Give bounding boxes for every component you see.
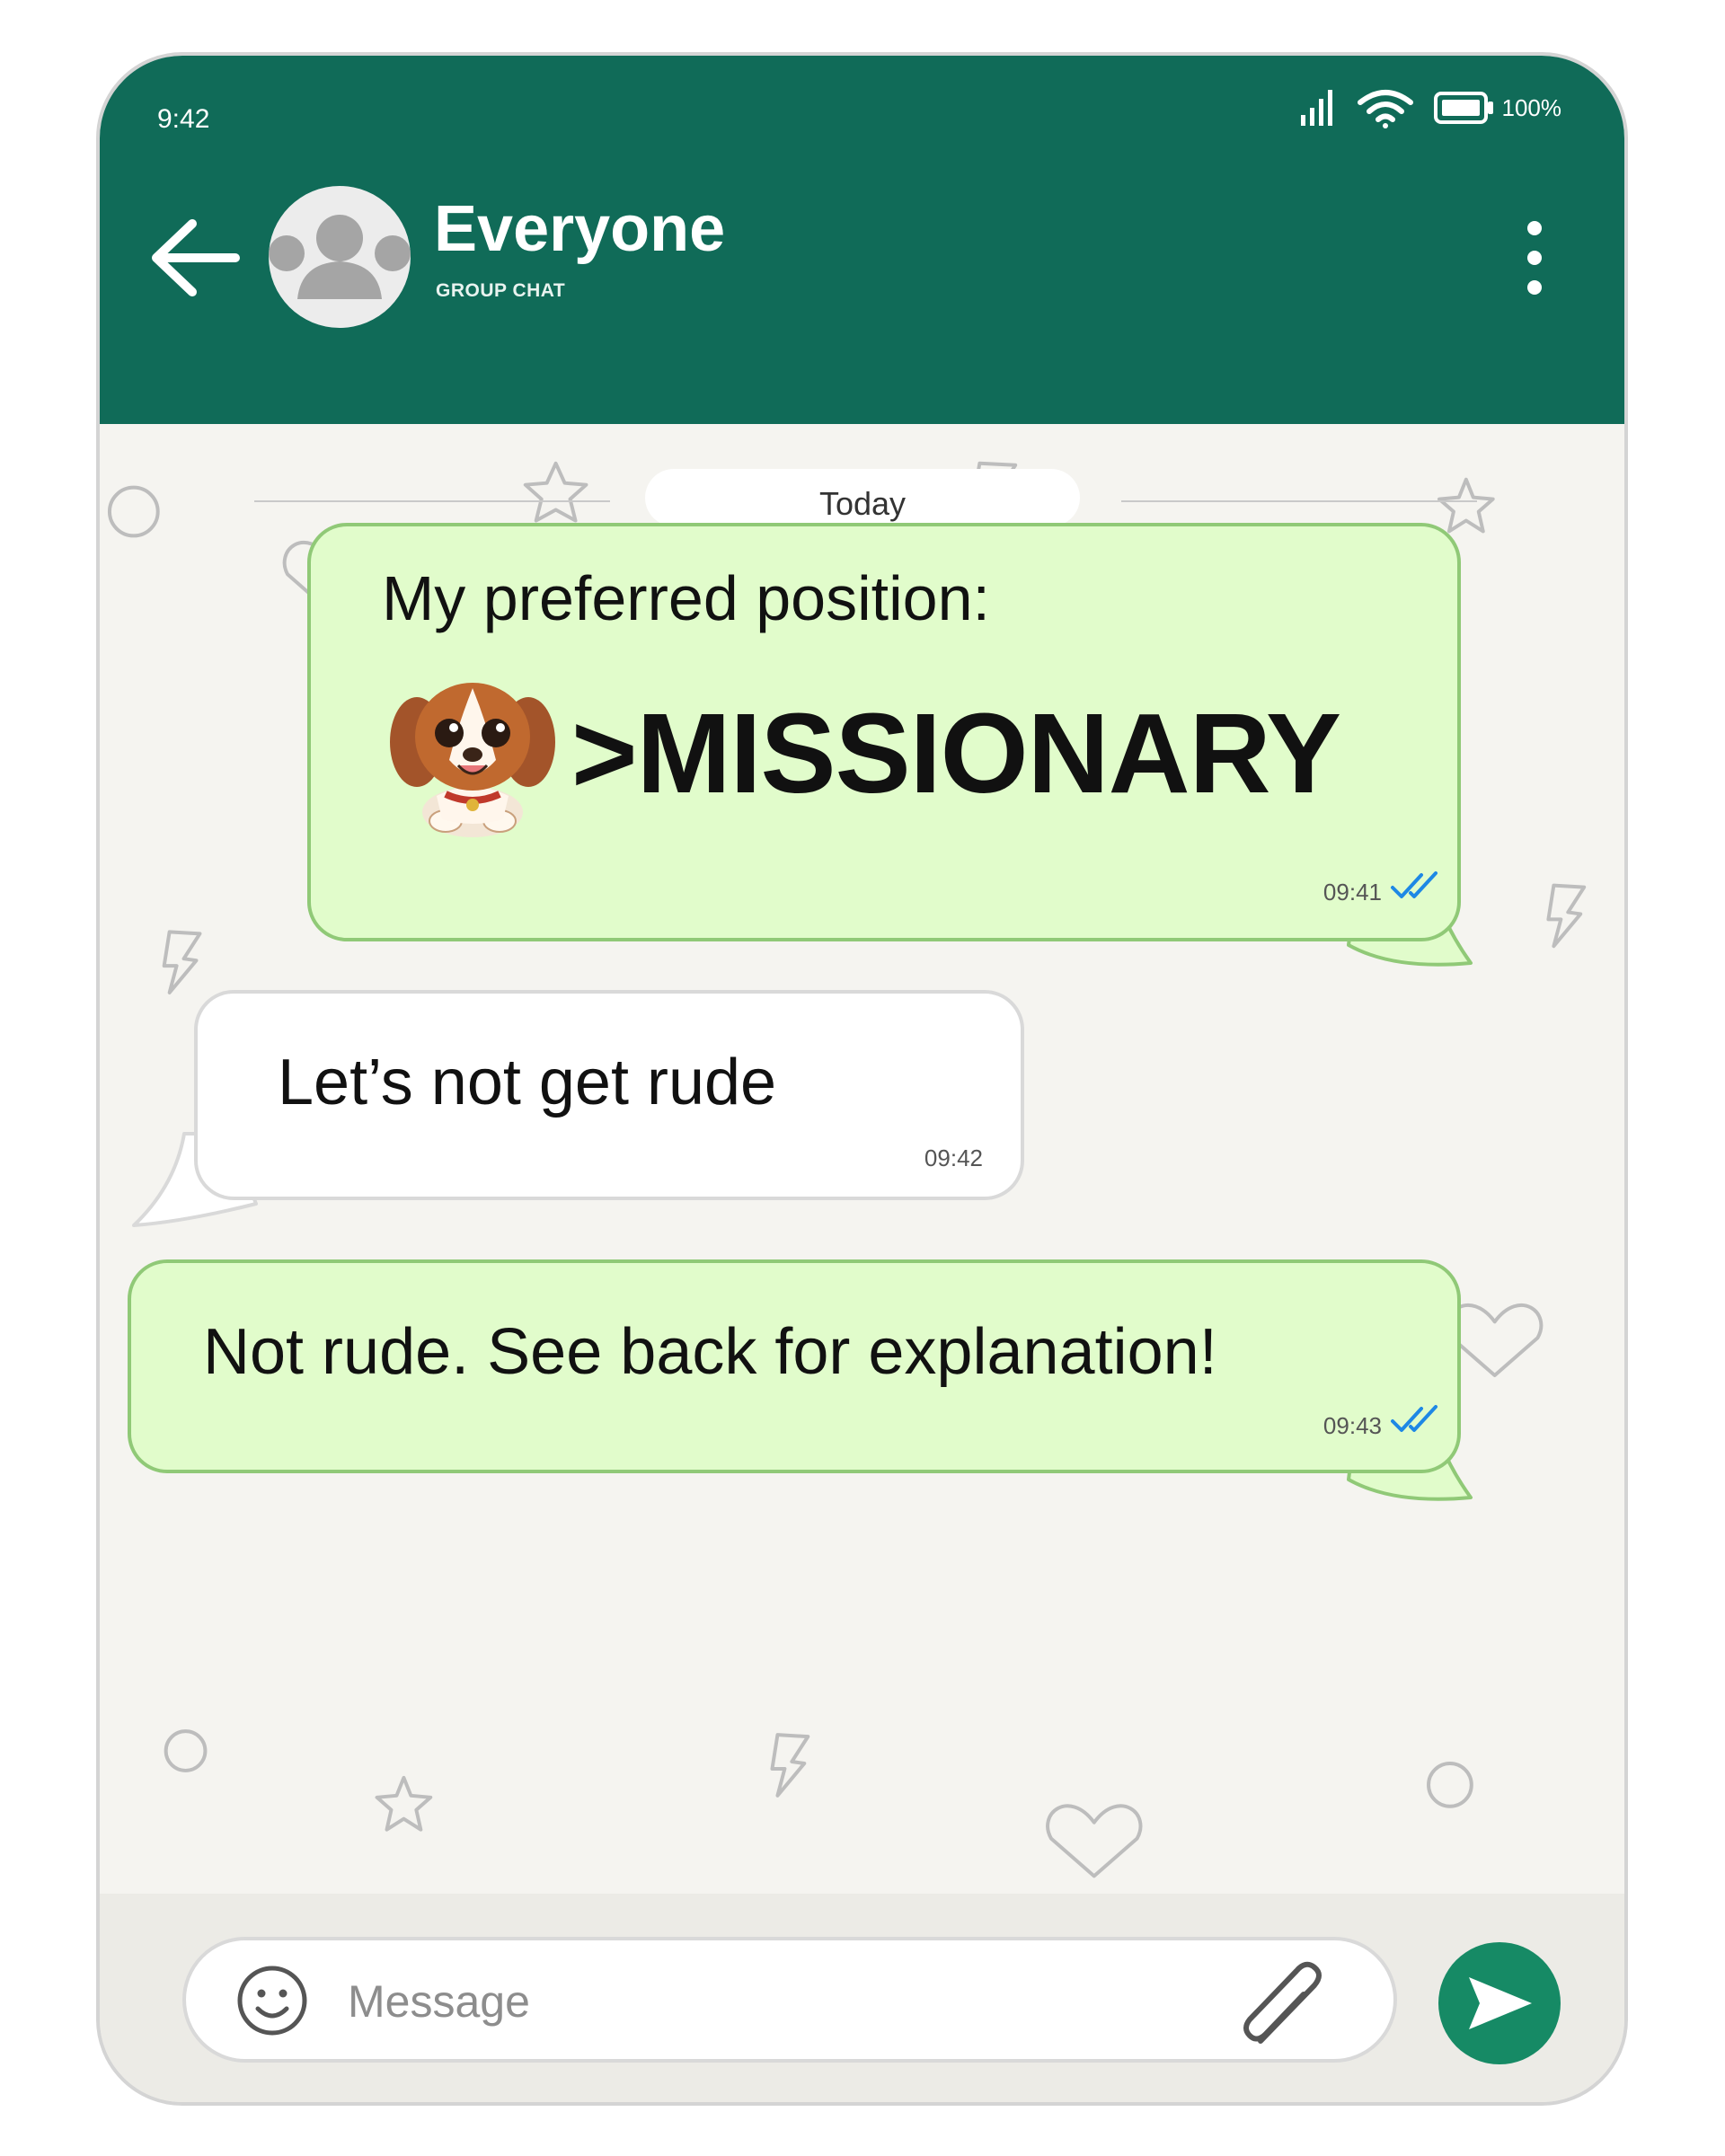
arrow-left-icon (152, 219, 240, 296)
message-input[interactable] (348, 1966, 1156, 2037)
group-avatar-icon (269, 215, 411, 299)
date-divider-right (1121, 500, 1477, 502)
status-time: 9:42 (157, 104, 210, 134)
message-bubble[interactable]: Let’s not get rude 09:42 (194, 990, 1024, 1200)
chat-title[interactable]: Everyone (434, 192, 725, 266)
status-icons: 100% (1299, 86, 1562, 129)
message-text: Let’s not get rude (278, 1047, 777, 1118)
back-button[interactable] (145, 208, 243, 307)
message-composer (182, 1937, 1397, 2063)
message-text-large: >MISSIONARY (571, 690, 1341, 817)
double-check-icon (1391, 871, 1438, 898)
message-bubble[interactable]: Not rude. See back for explanation! 09:4… (128, 1259, 1461, 1473)
more-vertical-icon (1527, 221, 1542, 235)
message-time: 09:42 (924, 1144, 983, 1171)
group-avatar[interactable] (269, 186, 411, 328)
message-bubble[interactable]: My preferred position: >MISSIONARY 09:41 (307, 523, 1461, 941)
more-options-button[interactable] (1508, 208, 1561, 307)
chat-header: 9:42 100% Everyone GROUP CHAT (100, 56, 1624, 424)
attach-button[interactable] (1235, 1958, 1329, 2052)
puppy-sticker (390, 683, 555, 837)
message-text: My preferred position: (382, 563, 990, 633)
signal-icon (1300, 90, 1332, 126)
date-divider-left (254, 500, 610, 502)
battery-percent: 100% (1501, 93, 1562, 121)
emoji-button[interactable] (235, 1964, 309, 2037)
battery-icon (1433, 92, 1493, 124)
double-check-icon (1391, 1405, 1438, 1432)
paperclip-icon (1243, 1961, 1322, 2044)
message-time: 09:43 (1322, 1412, 1382, 1439)
chat-subtitle: GROUP CHAT (436, 280, 566, 301)
send-button[interactable] (1438, 1942, 1561, 2064)
phone-frame: 9:42 100% Everyone GROUP CHAT Today My p… (96, 52, 1628, 2106)
date-separator: Today (645, 469, 1080, 526)
send-icon (1469, 1977, 1532, 2029)
smiley-icon (237, 1966, 307, 2036)
wifi-icon (1357, 90, 1413, 128)
message-time: 09:41 (1322, 879, 1382, 906)
message-text: Not rude. See back for explanation! (203, 1316, 1217, 1388)
